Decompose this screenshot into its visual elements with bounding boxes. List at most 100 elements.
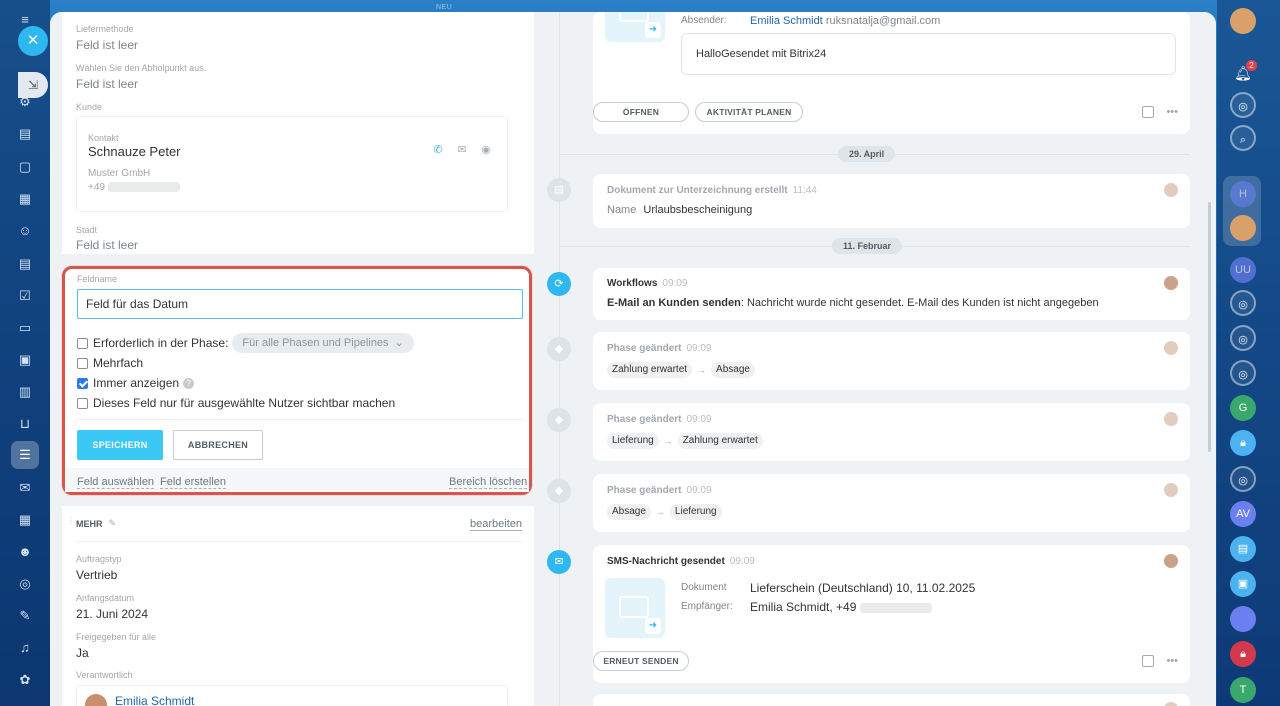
open-button[interactable]: ÖFFNEN	[593, 102, 689, 122]
users-icon[interactable]: ☺	[17, 223, 33, 239]
note-icon[interactable]	[1142, 655, 1155, 667]
grid-icon[interactable]: ▦	[17, 512, 33, 528]
divider	[77, 419, 523, 420]
field-value[interactable]: Feld ist leer	[76, 38, 138, 52]
field-value[interactable]: Vertrieb	[76, 568, 117, 582]
sender-label: Absender:	[681, 15, 727, 26]
more-icon[interactable]: •••	[1166, 655, 1178, 667]
sender-name[interactable]: Emilia Schmidt	[750, 15, 823, 27]
chat-avatar-t[interactable]: T	[1230, 677, 1256, 703]
user-avatar[interactable]	[1230, 8, 1256, 34]
filter-icon[interactable]: ☰	[11, 441, 39, 469]
activity-time: 09:09	[686, 343, 712, 354]
chat-avatar-person[interactable]	[1230, 215, 1256, 241]
envelope-icon	[619, 596, 649, 618]
file-icon[interactable]: ▤	[17, 256, 33, 272]
field-label: Verantwortlich	[76, 670, 133, 680]
recipient-name: Emilia Schmidt, +49	[750, 600, 857, 614]
phase-select[interactable]: Für alle Phasen und Pipelines ⌄	[232, 333, 414, 353]
stage-to: Zahlung erwartet	[677, 433, 763, 449]
headset-icon[interactable]: ♫	[17, 640, 33, 656]
chart-icon[interactable]: ▥	[17, 384, 33, 400]
save-button[interactable]: SPEICHERN	[77, 430, 163, 460]
contact-name[interactable]: Schnauze Peter	[88, 144, 181, 159]
workflow-action: E-Mail an Kunden senden	[607, 297, 741, 309]
minimize-slider-button[interactable]: ⇲	[18, 72, 48, 98]
chat-avatar-h[interactable]: H	[1230, 181, 1256, 207]
phase-change-card: Phase geändert 09:09 Zahlung erwartet → A…	[593, 332, 1190, 390]
card-icon[interactable]: ▭	[17, 320, 33, 336]
chat-avatar-photo[interactable]	[1230, 606, 1256, 632]
phase-change-card: Phase geändert 09:09 Absage → Lieferung	[593, 474, 1190, 532]
mehr-header: MEHR ✎	[76, 518, 116, 529]
field-name-label: Feldname	[77, 274, 118, 284]
delete-section-link[interactable]: Bereich löschen	[449, 476, 528, 489]
field-value[interactable]: 21. Juni 2024	[76, 607, 148, 621]
chat-avatar-av[interactable]: AV	[1230, 501, 1256, 527]
chat-icon[interactable]: ▢	[17, 159, 33, 175]
chat-icon-4[interactable]: ◎	[1230, 466, 1256, 492]
phone-icon[interactable]: ✆	[431, 143, 445, 157]
timeline-column: ➜ Absender: Emilia Schmidt ruksnatalja@g…	[534, 12, 1216, 706]
drag-handle-icon[interactable]: ⋮	[67, 517, 75, 530]
mail-icon[interactable]: ✉	[455, 143, 469, 157]
responsible-box: Emilia Schmidt	[76, 685, 508, 706]
chat-icon[interactable]: ◉	[479, 143, 493, 157]
document-activity-card: Dokument zur Unterzeichnung erstellt 11:4…	[593, 174, 1190, 228]
field-value[interactable]: Ja	[76, 646, 89, 660]
always-show-checkbox[interactable]	[77, 377, 88, 389]
document-icon[interactable]: ▤	[17, 126, 33, 142]
chat-icon-3[interactable]: ◎	[1230, 360, 1256, 386]
red-lock-icon[interactable]: 🔒︎	[1230, 641, 1256, 667]
robot-icon[interactable]: ☻	[17, 544, 33, 560]
stage-from: Zahlung erwartet	[607, 362, 693, 378]
close-slider-button[interactable]: ✕	[18, 26, 48, 56]
mail-icon[interactable]: ✉	[17, 480, 33, 496]
avatar	[1164, 341, 1178, 355]
resend-button[interactable]: ERNEUT SENDEN	[593, 651, 689, 671]
contact-box: Kontakt Schnauze Peter Muster GmbH +49 ✆…	[76, 116, 508, 212]
plan-activity-button[interactable]: AKTIVITÄT PLANEN	[695, 102, 803, 122]
scrollbar[interactable]	[1208, 202, 1211, 452]
restricted-checkbox[interactable]	[77, 397, 88, 409]
search-chat-icon[interactable]: ⌕	[1230, 125, 1256, 151]
help-icon[interactable]: ?	[183, 377, 195, 389]
gear-icon[interactable]: ✿	[17, 672, 33, 688]
cart-icon[interactable]: ⊔	[17, 416, 33, 432]
stage-row: Zahlung erwartet → Absage	[607, 362, 755, 378]
edit-section-link[interactable]: bearbeiten	[470, 518, 522, 531]
mehr-title: MEHR	[76, 518, 103, 529]
contact-company[interactable]: Muster GmbH	[88, 168, 150, 179]
chat-icon-2[interactable]: ◎	[1230, 325, 1256, 351]
phase-select-value: Für alle Phasen und Pipelines	[242, 337, 389, 349]
activity-title: Workflows 09:09	[607, 278, 687, 289]
card-tools: •••	[1142, 106, 1178, 118]
doc-name-value[interactable]: Urlaubsbescheinigung	[643, 204, 752, 216]
monitor-icon[interactable]: ▣	[17, 352, 33, 368]
cancel-button[interactable]: ABBRECHEN	[173, 430, 263, 460]
field-value[interactable]: Feld ist leer	[76, 77, 138, 91]
required-checkbox[interactable]	[77, 337, 88, 349]
create-field-link[interactable]: Feld erstellen	[160, 476, 227, 489]
chat-icon-1[interactable]: ◎	[1230, 290, 1256, 316]
copilot-icon[interactable]: ◎	[1230, 92, 1256, 118]
multiple-checkbox[interactable]	[77, 357, 88, 369]
sign-icon[interactable]: ✎	[17, 608, 33, 624]
checkbox-icon[interactable]: ☑	[17, 288, 33, 304]
chat-avatar-uu[interactable]: UU	[1230, 257, 1256, 283]
next-activity-card	[593, 694, 1190, 706]
message-icon[interactable]: ▤	[1230, 536, 1256, 562]
field-value[interactable]: Feld ist leer	[76, 238, 138, 252]
responsible-name[interactable]: Emilia Schmidt	[115, 694, 194, 706]
more-icon[interactable]: •••	[1166, 106, 1178, 118]
lock-icon[interactable]: 🔒︎	[1230, 430, 1256, 456]
target-icon[interactable]: ◎	[17, 576, 33, 592]
select-field-link[interactable]: Feld auswählen	[77, 476, 155, 489]
pencil-icon[interactable]: ✎	[109, 518, 117, 529]
calendar-icon[interactable]: ▦	[17, 191, 33, 207]
contact-card-icon[interactable]: ▣	[1230, 571, 1256, 597]
field-name-input[interactable]: Feld für das Datum	[77, 289, 523, 319]
document-value[interactable]: Lieferschein (Deutschland) 10, 11.02.202…	[750, 581, 975, 595]
note-icon[interactable]	[1142, 106, 1155, 118]
chat-avatar-g[interactable]: G	[1230, 395, 1256, 421]
